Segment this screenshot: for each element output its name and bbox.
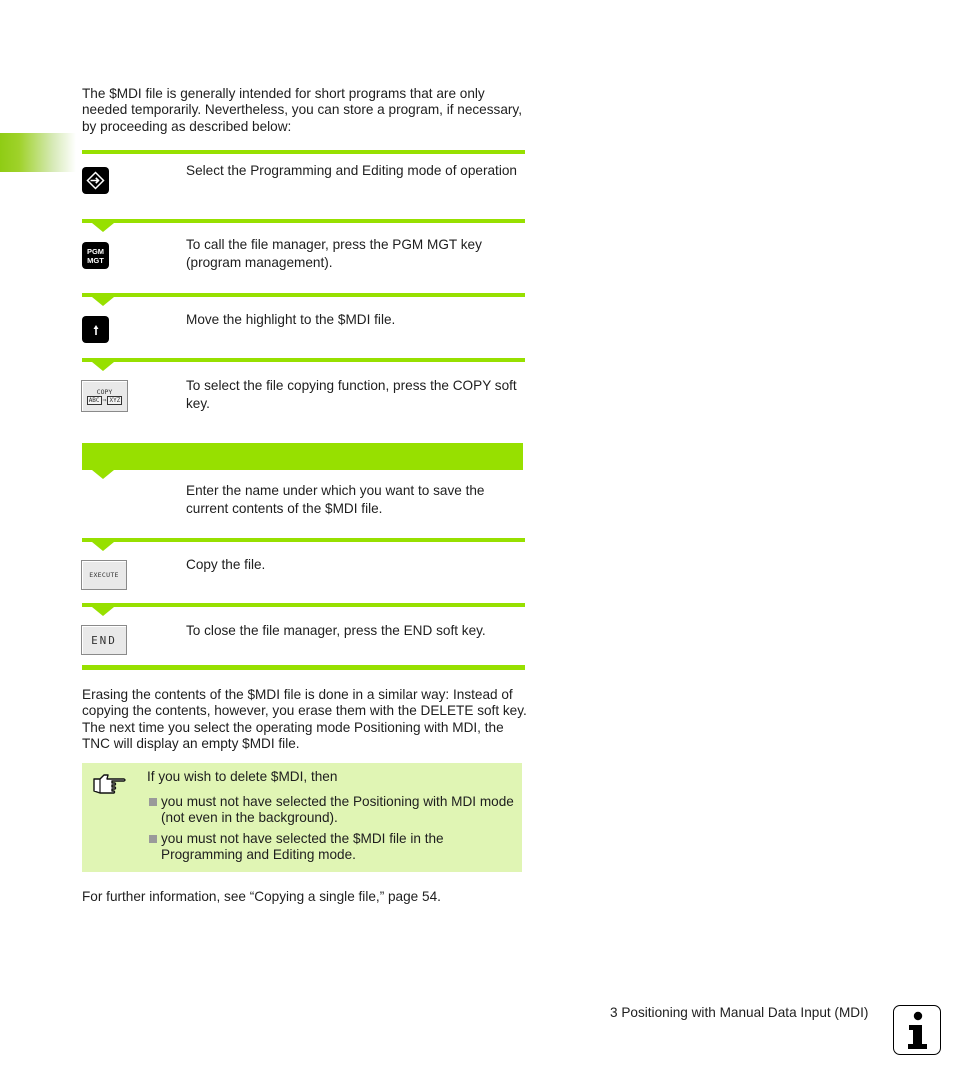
copy-arrow-icon: ⇒ (102, 396, 107, 404)
step-6-text: Copy the file. (186, 557, 266, 572)
copy-soft-key[interactable]: COPY ABC ⇒ XYZ (81, 380, 128, 412)
copy-soft-key-label: COPY (96, 387, 113, 396)
step-divider (82, 603, 525, 607)
step-arrow-icon (92, 223, 114, 232)
pgm-mgt-key[interactable]: PGM MGT (82, 242, 109, 269)
arrow-up-icon (93, 324, 98, 335)
programming-editing-mode-key[interactable] (82, 167, 109, 194)
step-1-text: Select the Programming and Editing mode … (186, 163, 517, 178)
note-bullet-text: you must not have selected the Positioni… (161, 794, 514, 826)
dialog-band (82, 443, 523, 470)
steps-end-divider (82, 665, 525, 670)
copy-soft-key-graphic: ABC ⇒ XYZ (86, 395, 123, 405)
step-divider (82, 150, 525, 154)
step-5-text: Enter the name under which you want to s… (186, 483, 485, 516)
copy-source-label: ABC (86, 395, 102, 405)
note-bullet-text: you must not have selected the $MDI file… (161, 831, 444, 863)
step-divider (82, 293, 525, 297)
further-info-reference[interactable]: For further information, see “Copying a … (82, 889, 542, 905)
arrow-up-key[interactable] (82, 316, 109, 343)
info-icon (893, 1005, 941, 1055)
bullet-square-icon (149, 798, 157, 806)
step-3-text: Move the highlight to the $MDI file. (186, 312, 396, 327)
step-arrow-icon (92, 607, 114, 616)
end-soft-key-label: END (91, 633, 117, 647)
footer-chapter-title: 3 Positioning with Manual Data Input (MD… (610, 1005, 869, 1020)
erase-paragraph: Erasing the contents of the $MDI file is… (82, 687, 527, 751)
info-glyph (908, 1011, 927, 1049)
step-arrow-icon (92, 542, 114, 551)
step-arrow-icon (92, 362, 114, 371)
step-arrow-icon (92, 470, 114, 479)
programming-editing-icon (86, 171, 105, 190)
step-divider (82, 219, 525, 223)
intro-paragraph: The $MDI file is generally intended for … (82, 86, 522, 134)
note-bullet-item: you must not have selected the Positioni… (147, 794, 517, 827)
execute-soft-key-label: EXECUTE (89, 571, 119, 579)
step-divider (82, 538, 525, 542)
chapter-tab-marker (0, 133, 76, 172)
step-divider (82, 358, 525, 362)
note-box: If you wish to delete $MDI, then you mus… (82, 763, 522, 872)
step-arrow-icon (92, 297, 114, 306)
end-soft-key[interactable]: END (81, 625, 127, 655)
step-7-text: To close the file manager, press the END… (186, 623, 486, 638)
pgm-mgt-key-line2: MGT (87, 255, 104, 265)
copy-target-label: XYZ (107, 395, 123, 405)
step-4-text: To select the file copying function, pre… (186, 378, 517, 411)
execute-soft-key[interactable]: EXECUTE (81, 560, 127, 590)
pointing-hand-icon (93, 774, 126, 794)
bullet-square-icon (149, 835, 157, 843)
step-2-text: To call the file manager, press the PGM … (186, 237, 482, 270)
pgm-mgt-key-line1: PGM (86, 246, 105, 256)
note-bullet-item: you must not have selected the $MDI file… (147, 831, 517, 864)
note-title: If you wish to delete $MDI, then (147, 769, 338, 784)
